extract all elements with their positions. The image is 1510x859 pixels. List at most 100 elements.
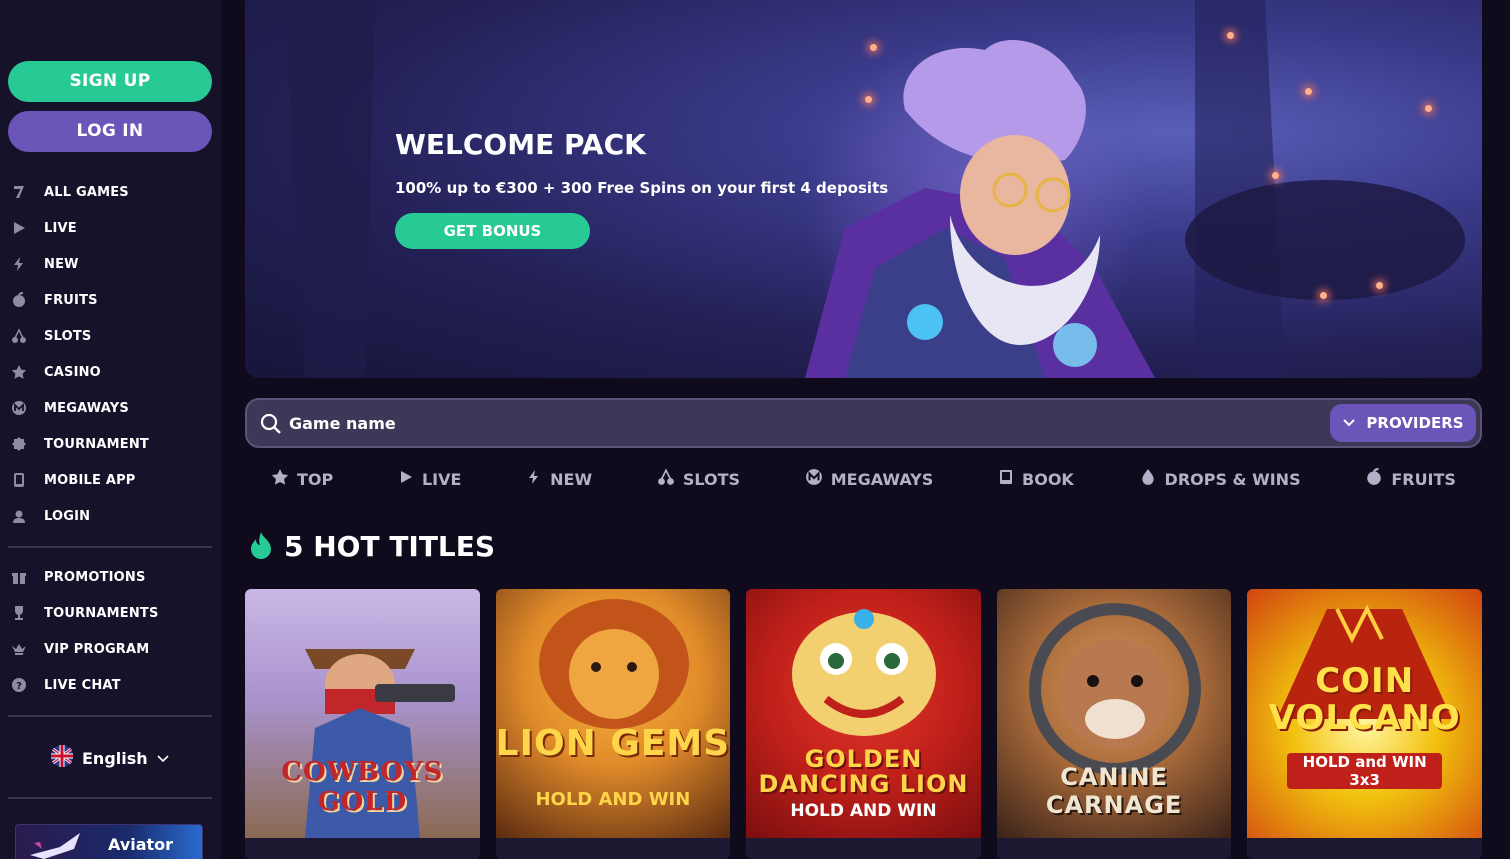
- game-card-canine-carnage[interactable]: CANINE CARNAGE: [996, 589, 1232, 859]
- cherries-icon: [10, 327, 28, 345]
- sidebar-item-all-games[interactable]: ALL GAMES: [0, 174, 221, 210]
- vip-icon: [10, 640, 28, 658]
- svg-text:?: ?: [16, 681, 22, 692]
- fruit-icon: [1365, 468, 1383, 490]
- tab-label: BOOK: [1022, 469, 1074, 489]
- sidebar-item-label: FRUITS: [44, 292, 98, 308]
- tab-label: FRUITS: [1391, 469, 1456, 489]
- game-logo-text: GOLDEN DANCING LION: [758, 745, 969, 799]
- tab-label: SLOTS: [682, 469, 741, 489]
- tab-drops-wins[interactable]: DROPS & WINS: [1139, 468, 1301, 490]
- sidebar: SIGN UP LOG IN ALL GAMES LIVE NEW FRUITS…: [0, 0, 221, 859]
- spark: [1272, 172, 1279, 179]
- sidebar-item-label: MEGAWAYS: [44, 400, 129, 416]
- sidebar-item-label: LIVE CHAT: [44, 677, 121, 693]
- sidebar-item-label: CASINO: [44, 364, 101, 380]
- sidebar-item-new[interactable]: NEW: [0, 246, 221, 282]
- sidebar-item-slots[interactable]: SLOTS: [0, 318, 221, 354]
- help-icon: ?: [10, 676, 28, 694]
- secondary-nav: PROMOTIONS TOURNAMENTS VIP PROGRAM ? LIV…: [0, 559, 221, 703]
- book-icon: [998, 468, 1014, 490]
- spark: [1227, 32, 1234, 39]
- sidebar-item-tournaments[interactable]: TOURNAMENTS: [0, 595, 221, 631]
- sidebar-item-tournament[interactable]: TOURNAMENT: [0, 426, 221, 462]
- uk-flag-icon: [50, 744, 74, 772]
- tab-slots[interactable]: SLOTS: [657, 468, 740, 490]
- tab-label: NEW: [550, 469, 593, 489]
- play-icon: [10, 219, 28, 237]
- sidebar-item-vip-program[interactable]: VIP PROGRAM: [0, 631, 221, 667]
- lightning-icon: [526, 468, 542, 490]
- sidebar-item-label: PROMOTIONS: [44, 569, 146, 585]
- sidebar-item-label: NEW: [44, 256, 79, 272]
- game-logo-subtext: HOLD AND WIN: [790, 801, 937, 821]
- banner-subtitle: 100% up to €300 + 300 Free Spins on your…: [395, 179, 889, 197]
- login-icon: [10, 507, 28, 525]
- hot-titles-row: COWBOYS GOLD LION GEMS HOLD AND WIN GOLD…: [245, 589, 1482, 859]
- spark: [1320, 292, 1327, 299]
- tab-megaways[interactable]: MEGAWAYS: [805, 468, 934, 490]
- tab-book[interactable]: BOOK: [998, 468, 1074, 490]
- spark: [870, 44, 877, 51]
- megaways-icon: [10, 399, 28, 417]
- section-title: 5 HOT TITLES: [284, 530, 496, 563]
- sign-up-button[interactable]: SIGN UP: [8, 61, 212, 102]
- chevron-down-icon: [1342, 414, 1356, 432]
- game-card-cowboys-gold[interactable]: COWBOYS GOLD: [245, 589, 480, 859]
- sidebar-item-label: MOBILE APP: [44, 472, 136, 488]
- game-card-golden-dancing-lion[interactable]: GOLDEN DANCING LION HOLD AND WIN: [746, 589, 981, 859]
- seven-icon: [10, 183, 28, 201]
- sidebar-item-label: ALL GAMES: [44, 184, 129, 200]
- hot-titles-heading: 5 HOT TITLES: [250, 530, 495, 563]
- sidebar-item-label: SLOTS: [44, 328, 92, 344]
- spark: [1425, 105, 1432, 112]
- sidebar-item-fruits[interactable]: FRUITS: [0, 282, 221, 318]
- sidebar-item-live-chat[interactable]: ? LIVE CHAT: [0, 667, 221, 703]
- chevron-down-icon: [156, 749, 170, 768]
- game-card-coin-volcano[interactable]: COIN VOLCANO HOLD and WIN 3x3: [1247, 589, 1482, 859]
- sidebar-divider: [8, 715, 212, 717]
- star-icon: [10, 363, 28, 381]
- game-search-bar: PROVIDERS: [245, 398, 1482, 448]
- welcome-banner[interactable]: WELCOME PACK 100% up to €300 + 300 Free …: [245, 0, 1482, 378]
- lightning-icon: [10, 255, 28, 273]
- tab-top[interactable]: TOP: [271, 468, 333, 490]
- sidebar-item-promotions[interactable]: PROMOTIONS: [0, 559, 221, 595]
- category-tabs: TOP LIVE NEW SLOTS MEGAWAYS BOOK DROPS &…: [245, 462, 1482, 496]
- sidebar-item-label: TOURNAMENTS: [44, 605, 159, 621]
- game-card-lion-gems[interactable]: LION GEMS HOLD AND WIN: [495, 589, 731, 859]
- tab-fruits[interactable]: FRUITS: [1365, 468, 1456, 490]
- plane-icon: [30, 833, 80, 859]
- sidebar-item-casino[interactable]: CASINO: [0, 354, 221, 390]
- game-logo-subtext: HOLD AND WIN: [535, 789, 691, 810]
- providers-label: PROVIDERS: [1366, 414, 1464, 432]
- spark: [1305, 88, 1312, 95]
- sidebar-item-label: LOGIN: [44, 508, 91, 524]
- providers-dropdown[interactable]: PROVIDERS: [1330, 404, 1476, 442]
- get-bonus-button[interactable]: GET BONUS: [395, 213, 590, 249]
- sidebar-item-megaways[interactable]: MEGAWAYS: [0, 390, 221, 426]
- sidebar-item-label: VIP PROGRAM: [44, 641, 150, 657]
- tab-live[interactable]: LIVE: [398, 469, 461, 489]
- sidebar-item-login[interactable]: LOGIN: [0, 498, 221, 534]
- sidebar-item-label: TOURNAMENT: [44, 436, 149, 452]
- flame-icon: [250, 531, 272, 563]
- game-logo-text: COIN VOLCANO: [1268, 661, 1461, 739]
- trophy-icon: [10, 604, 28, 622]
- sidebar-divider: [8, 546, 212, 548]
- banner-title: WELCOME PACK: [395, 128, 646, 161]
- log-in-button[interactable]: LOG IN: [8, 111, 212, 152]
- language-selector[interactable]: English: [50, 744, 170, 772]
- search-input[interactable]: [289, 410, 1289, 436]
- tab-new[interactable]: NEW: [526, 468, 592, 490]
- game-logo-text: LION GEMS: [495, 723, 731, 764]
- sidebar-divider: [8, 797, 212, 799]
- tab-label: DROPS & WINS: [1164, 469, 1301, 489]
- tab-label: MEGAWAYS: [830, 469, 934, 489]
- spark: [865, 96, 872, 103]
- aviator-label: Aviator: [108, 835, 174, 854]
- play-icon: [398, 469, 414, 489]
- sidebar-item-mobile-app[interactable]: MOBILE APP: [0, 462, 221, 498]
- sidebar-item-live[interactable]: LIVE: [0, 210, 221, 246]
- aviator-promo-tile[interactable]: Aviator: [15, 824, 203, 859]
